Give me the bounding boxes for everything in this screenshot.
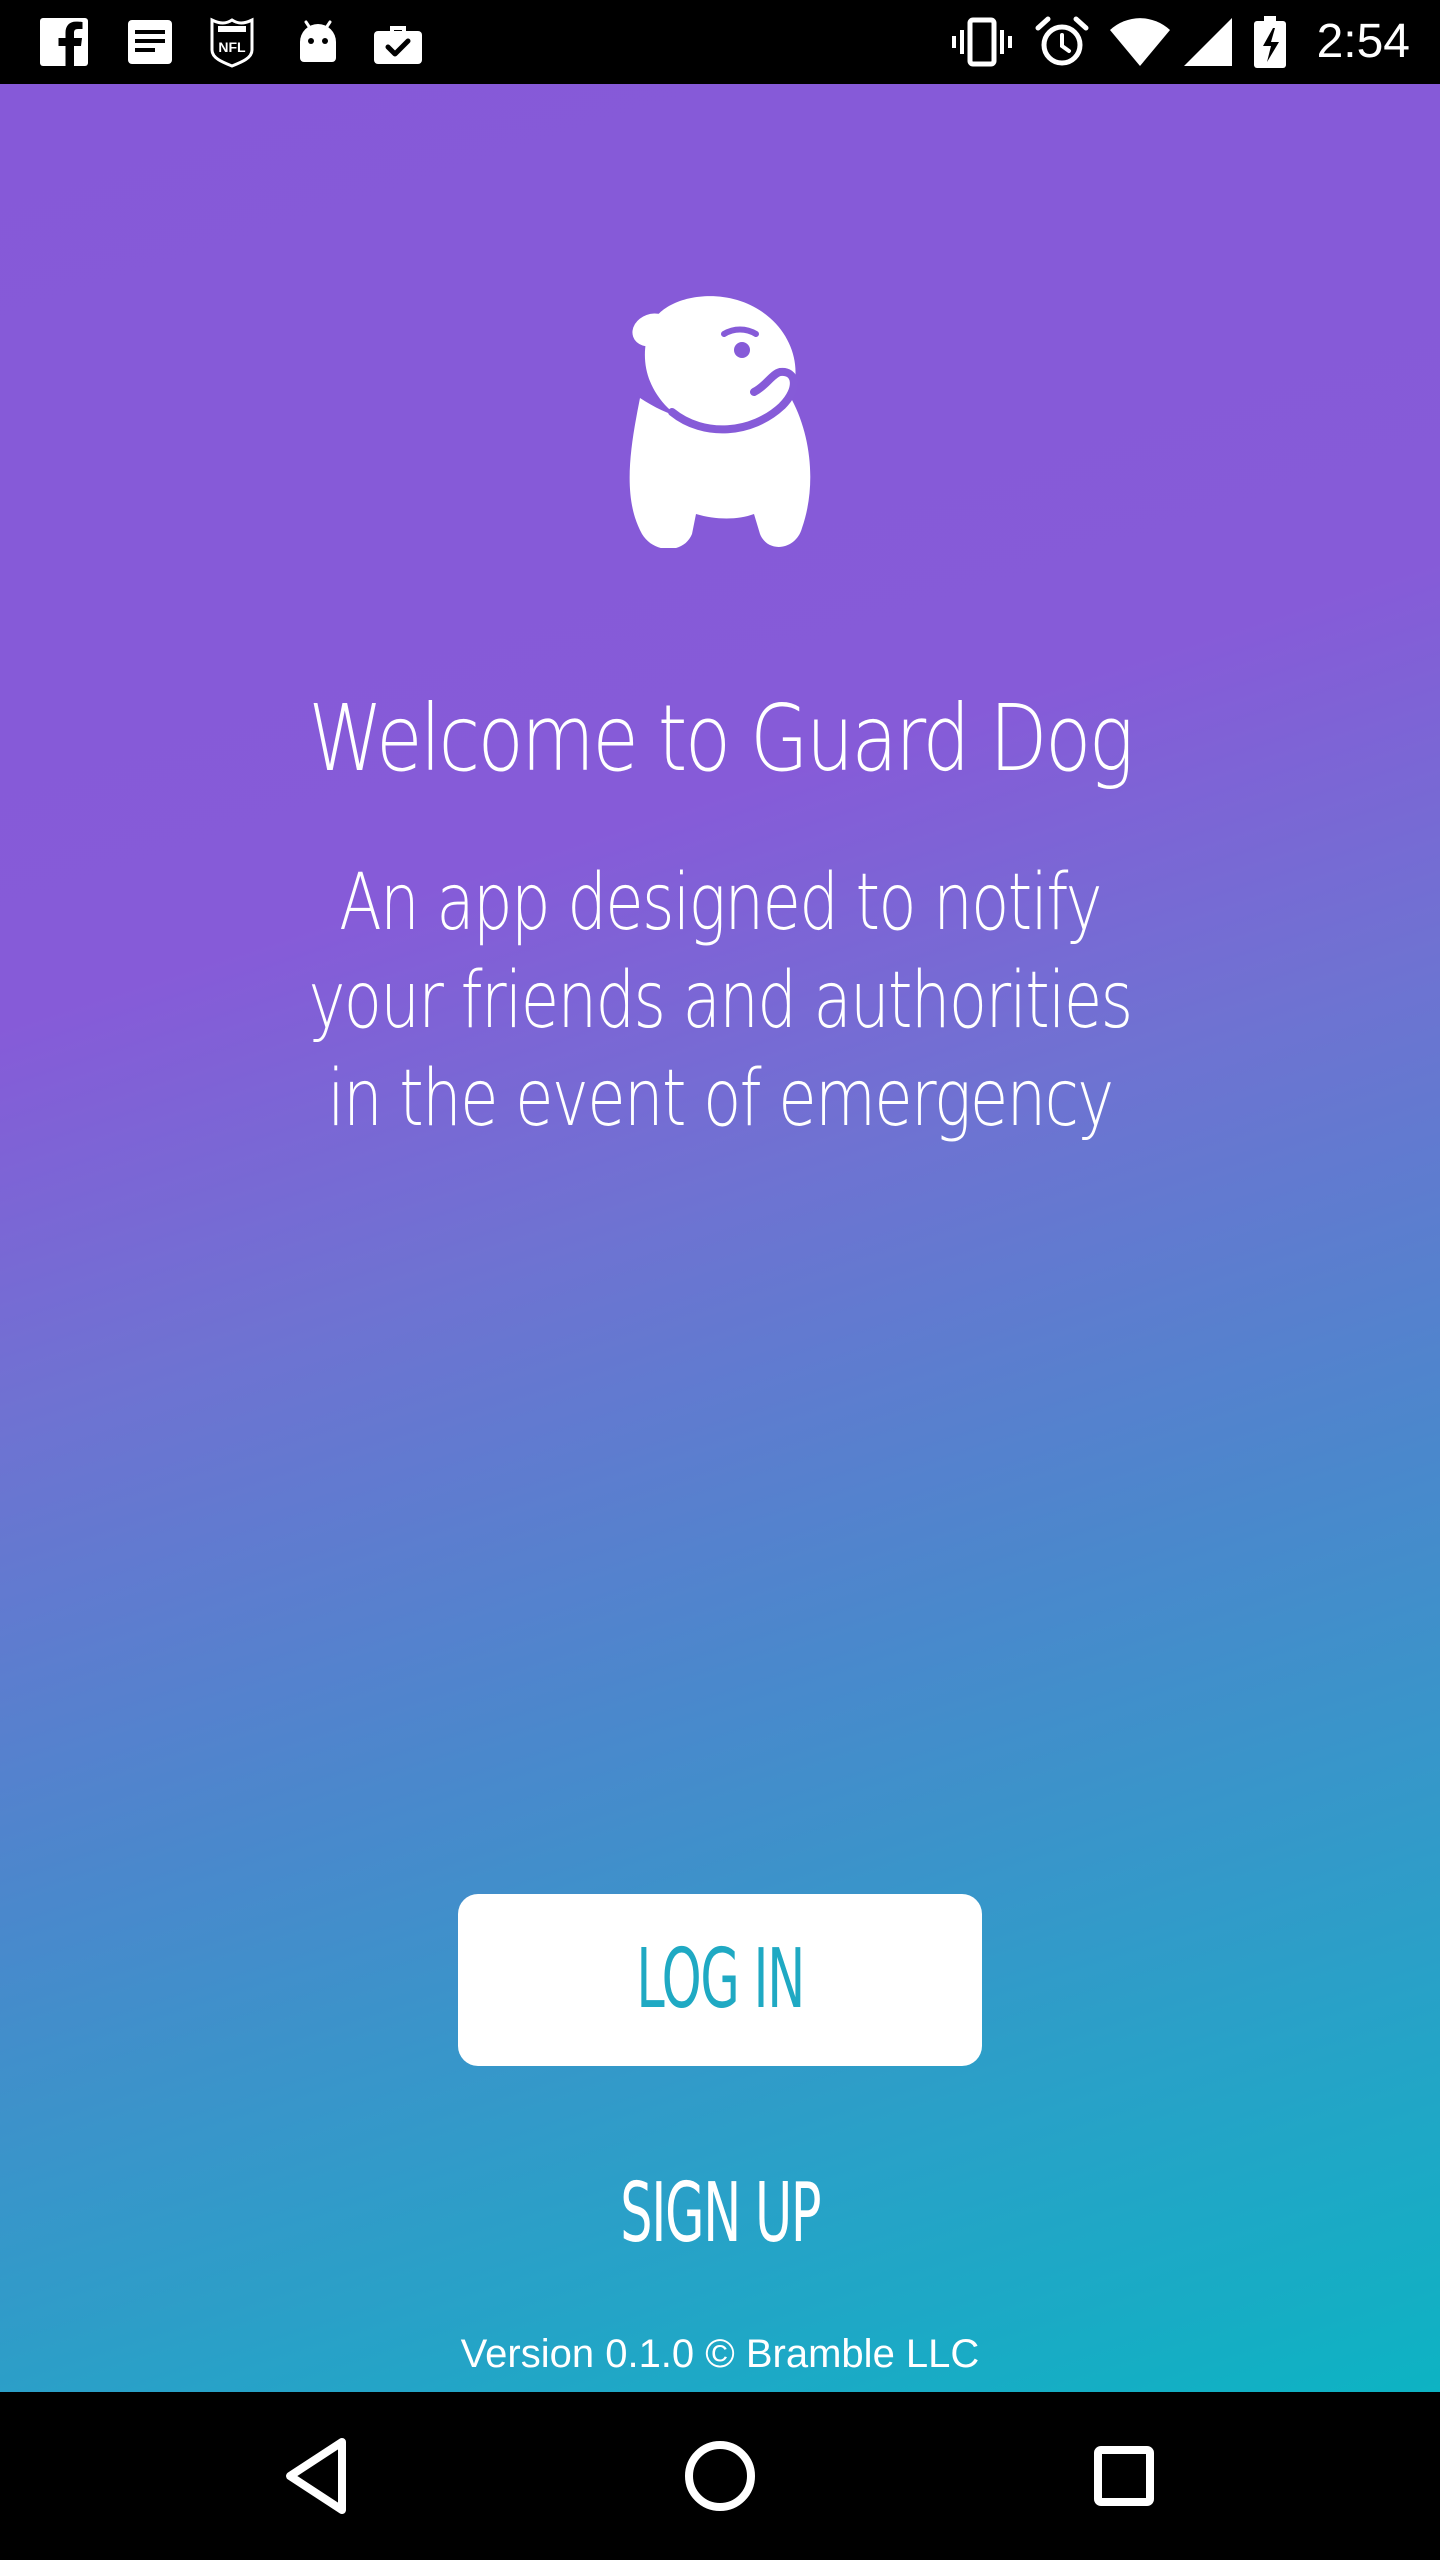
welcome-title: Welcome to Guard Dog — [308, 685, 1134, 792]
svg-text:NFL: NFL — [218, 39, 246, 55]
android-icon — [300, 20, 336, 62]
battery-charging-icon — [1254, 16, 1286, 68]
login-button[interactable]: LOG IN — [458, 1894, 982, 2066]
back-icon[interactable] — [266, 2426, 366, 2526]
bulldog-icon — [629, 296, 811, 548]
news-icon — [128, 20, 172, 64]
nfl-icon: NFL — [210, 17, 254, 68]
facebook-icon — [40, 18, 88, 67]
wifi-icon — [1110, 18, 1170, 67]
welcome-subtitle: An app designed to notify your friends a… — [308, 858, 1133, 1144]
home-icon[interactable] — [670, 2426, 770, 2526]
screen: NFL 2:54 Welcome to Guard Dog An app des… — [0, 0, 1440, 2560]
status-bar: NFL 2:54 — [0, 0, 1440, 84]
version-text: Version 0.1.0 © Bramble LLC — [460, 2332, 980, 2376]
signup-button[interactable]: SIGN UP — [520, 2154, 920, 2274]
login-label: LOG IN — [636, 1932, 805, 2027]
work-briefcase-icon — [374, 26, 422, 64]
cell-signal-icon — [1184, 18, 1232, 66]
recents-icon[interactable] — [1074, 2426, 1174, 2526]
alarm-icon — [1035, 16, 1089, 66]
signup-label: SIGN UP — [619, 2166, 821, 2261]
navigation-bar — [0, 2392, 1440, 2560]
vibrate-icon — [952, 17, 1012, 67]
status-time: 2:54 — [1316, 15, 1410, 68]
welcome-screen: Welcome to Guard Dog An app designed to … — [0, 84, 1440, 2392]
